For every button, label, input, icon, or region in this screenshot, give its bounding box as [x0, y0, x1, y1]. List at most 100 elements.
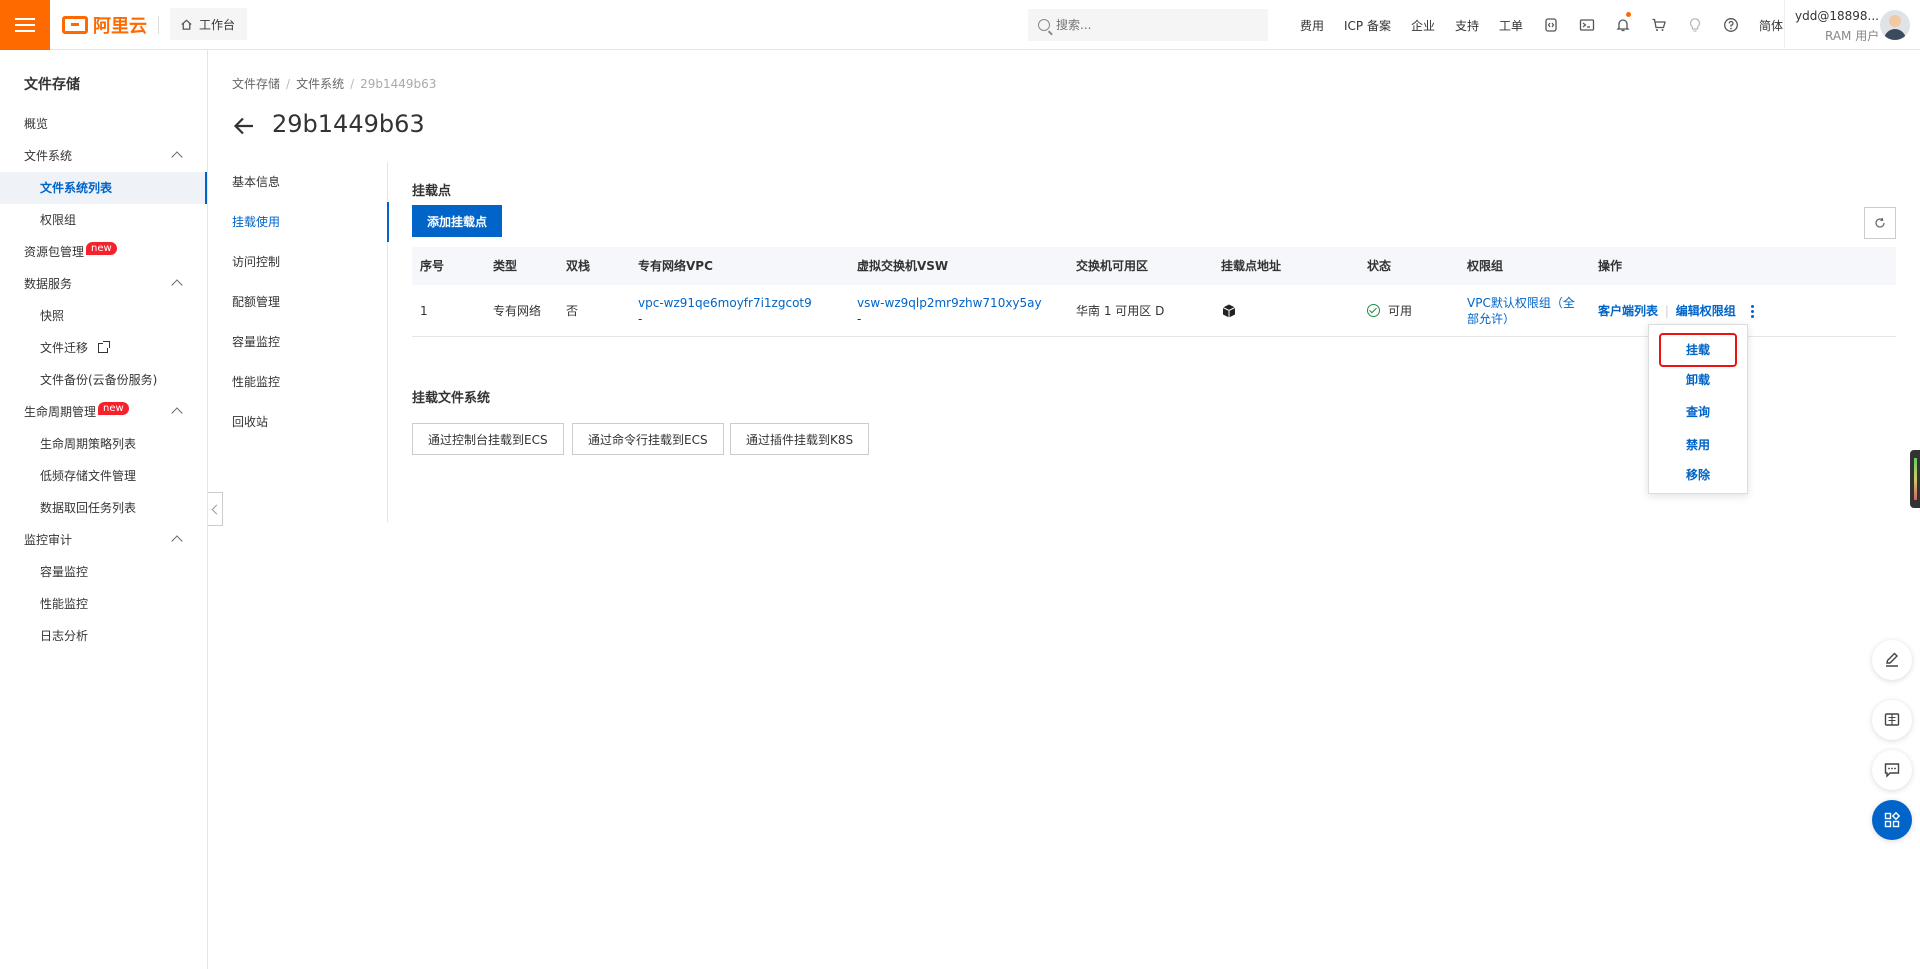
row-dual-stack: 否 — [566, 304, 579, 318]
sidebar-item-label: 监控审计 — [24, 533, 73, 547]
terminal-icon[interactable] — [1569, 0, 1605, 50]
sidebar-group-data-service[interactable]: 数据服务 — [0, 268, 207, 300]
permission-group-link-cont[interactable]: 部允许） — [1467, 311, 1575, 327]
mount-via-cli-button[interactable]: 通过命令行挂载到ECS — [572, 423, 724, 455]
sidebar-item-label: 数据取回任务列表 — [40, 501, 137, 515]
cart-icon[interactable] — [1641, 0, 1677, 50]
avatar[interactable] — [1880, 10, 1910, 40]
lightbulb-icon[interactable] — [1677, 0, 1713, 50]
refresh-button[interactable] — [1864, 207, 1896, 239]
chevron-up-icon — [171, 407, 183, 419]
feedback-button[interactable] — [1872, 640, 1912, 680]
aliyun-logo[interactable]: 阿里云 — [62, 13, 147, 37]
permission-group-link[interactable]: VPC默认权限组（全 — [1467, 295, 1575, 311]
sidebar-item-file-system-list[interactable]: 文件系统列表 — [0, 172, 207, 204]
sidebar-item-file-migration[interactable]: 文件迁移 — [0, 332, 207, 364]
sidebar-item-snapshot[interactable]: 快照 — [0, 300, 207, 332]
row-index: 1 — [420, 304, 428, 318]
side-panel-tab[interactable] — [1910, 450, 1920, 508]
vpc-link[interactable]: vpc-wz91qe6moyfr7i1zgcot9 — [638, 295, 812, 311]
chat-icon — [1884, 763, 1900, 778]
book-icon — [1884, 713, 1900, 726]
vpc-sub: - — [638, 312, 643, 326]
subnav-recycle-bin[interactable]: 回收站 — [208, 402, 388, 442]
user-menu[interactable]: ydd@18898... RAM 用户 — [1784, 0, 1920, 50]
subnav-performance-monitor[interactable]: 性能监控 — [208, 362, 388, 402]
actions-cell: 客户端列表 | 编辑权限组 — [1598, 303, 1756, 319]
sidebar-item-label: 日志分析 — [40, 629, 89, 643]
sidebar-item-label: 文件系统 — [24, 149, 73, 163]
menu-item-query[interactable]: 查询 — [1649, 397, 1747, 427]
vsw-sub: - — [857, 312, 862, 326]
workbench-button[interactable]: 工作台 — [170, 8, 248, 40]
subnav-capacity-monitor[interactable]: 容量监控 — [208, 322, 388, 362]
mount-via-console-button[interactable]: 通过控制台挂载到ECS — [412, 423, 564, 455]
sidebar-title: 文件存储 — [24, 77, 80, 93]
client-list-link[interactable]: 客户端列表 — [1598, 304, 1658, 318]
sidebar-item-label: 低频存储文件管理 — [40, 469, 137, 483]
breadcrumb-item[interactable]: 文件存储 — [232, 77, 280, 91]
mount-points-title: 挂载点 — [412, 184, 452, 199]
sidebar-item-label: 性能监控 — [40, 597, 89, 611]
sidebar-item-label: 快照 — [40, 309, 65, 323]
menu-icon[interactable] — [0, 0, 50, 50]
column-header: 交换机可用区 — [1076, 259, 1149, 273]
sidebar-item-data-retrieval[interactable]: 数据取回任务列表 — [0, 492, 207, 524]
sidebar-item-capacity-monitor[interactable]: 容量监控 — [0, 556, 207, 588]
sidebar-item-performance-monitor[interactable]: 性能监控 — [0, 588, 207, 620]
add-mount-point-button[interactable]: 添加挂载点 — [412, 205, 503, 237]
vpc-cell: vpc-wz91qe6moyfr7i1zgcot9 - — [638, 295, 812, 327]
nav-fees[interactable]: 费用 — [1290, 17, 1334, 34]
code-icon[interactable] — [1533, 0, 1569, 50]
sidebar-item-overview[interactable]: 概览 — [0, 108, 207, 140]
subnav-mount-usage[interactable]: 挂载使用 — [208, 202, 389, 242]
bell-icon[interactable] — [1605, 0, 1641, 50]
nav-ticket[interactable]: 工单 — [1489, 17, 1533, 34]
chat-button[interactable] — [1872, 750, 1912, 790]
menu-item-unmount[interactable]: 卸载 — [1649, 365, 1747, 395]
mount-address-cell — [1221, 303, 1237, 323]
menu-item-disable[interactable]: 禁用 — [1649, 430, 1747, 460]
menu-item-mount[interactable]: 挂载 — [1659, 333, 1737, 367]
sidebar-item-label: 概览 — [24, 117, 49, 131]
subnav-basic-info[interactable]: 基本信息 — [208, 162, 388, 202]
search-input[interactable] — [1056, 18, 1246, 32]
chevron-up-icon — [171, 279, 183, 291]
home-icon — [181, 18, 192, 30]
back-arrow-icon[interactable] — [232, 114, 256, 138]
mount-via-plugin-button[interactable]: 通过插件挂载到K8S — [730, 423, 870, 455]
user-name: ydd@18898... — [1795, 9, 1879, 23]
edit-permission-group-link[interactable]: 编辑权限组 — [1676, 304, 1736, 318]
action-separator: | — [1664, 304, 1669, 318]
user-role: RAM 用户 — [1825, 29, 1880, 43]
sidebar-item-lifecycle-policy[interactable]: 生命周期策略列表 — [0, 428, 207, 460]
breadcrumb-item[interactable]: 文件系统 — [296, 77, 344, 91]
docs-button[interactable] — [1872, 700, 1912, 740]
vsw-link[interactable]: vsw-wz9qlp2mr9zhw710xy5ay — [857, 295, 1042, 311]
workbench-label: 工作台 — [199, 17, 236, 32]
search-box[interactable] — [1028, 9, 1268, 41]
sidebar-group-lifecycle[interactable]: 生命周期管理 new — [0, 396, 207, 428]
sidebar-group-monitor-audit[interactable]: 监控审计 — [0, 524, 207, 556]
nav-icp[interactable]: ICP 备案 — [1334, 17, 1401, 34]
menu-item-remove[interactable]: 移除 — [1649, 460, 1747, 490]
sidebar-item-resource-package[interactable]: 资源包管理 new — [0, 236, 207, 268]
subnav-access-control[interactable]: 访问控制 — [208, 242, 388, 282]
sidebar-item-file-backup[interactable]: 文件备份(云备份服务) — [0, 364, 207, 396]
new-badge: new — [86, 242, 117, 255]
cube-icon[interactable] — [1221, 303, 1237, 319]
sidebar-item-log-analysis[interactable]: 日志分析 — [0, 620, 207, 652]
subnav-quota[interactable]: 配额管理 — [208, 282, 388, 322]
nav-enterprise[interactable]: 企业 — [1401, 17, 1445, 34]
more-actions-icon[interactable] — [1750, 305, 1756, 318]
sidebar-item-permission-group[interactable]: 权限组 — [0, 204, 207, 236]
page-title: 29b1449b63 — [272, 110, 425, 138]
help-icon[interactable] — [1713, 0, 1749, 50]
more-actions-dropdown: 挂载 卸载 查询 禁用 移除 — [1648, 324, 1748, 494]
apps-button[interactable] — [1872, 800, 1912, 840]
sidebar-group-file-system[interactable]: 文件系统 — [0, 140, 207, 172]
sidebar-item-label: 权限组 — [40, 213, 77, 227]
divider — [158, 16, 159, 34]
nav-support[interactable]: 支持 — [1445, 17, 1489, 34]
sidebar-item-infrequent-storage[interactable]: 低频存储文件管理 — [0, 460, 207, 492]
